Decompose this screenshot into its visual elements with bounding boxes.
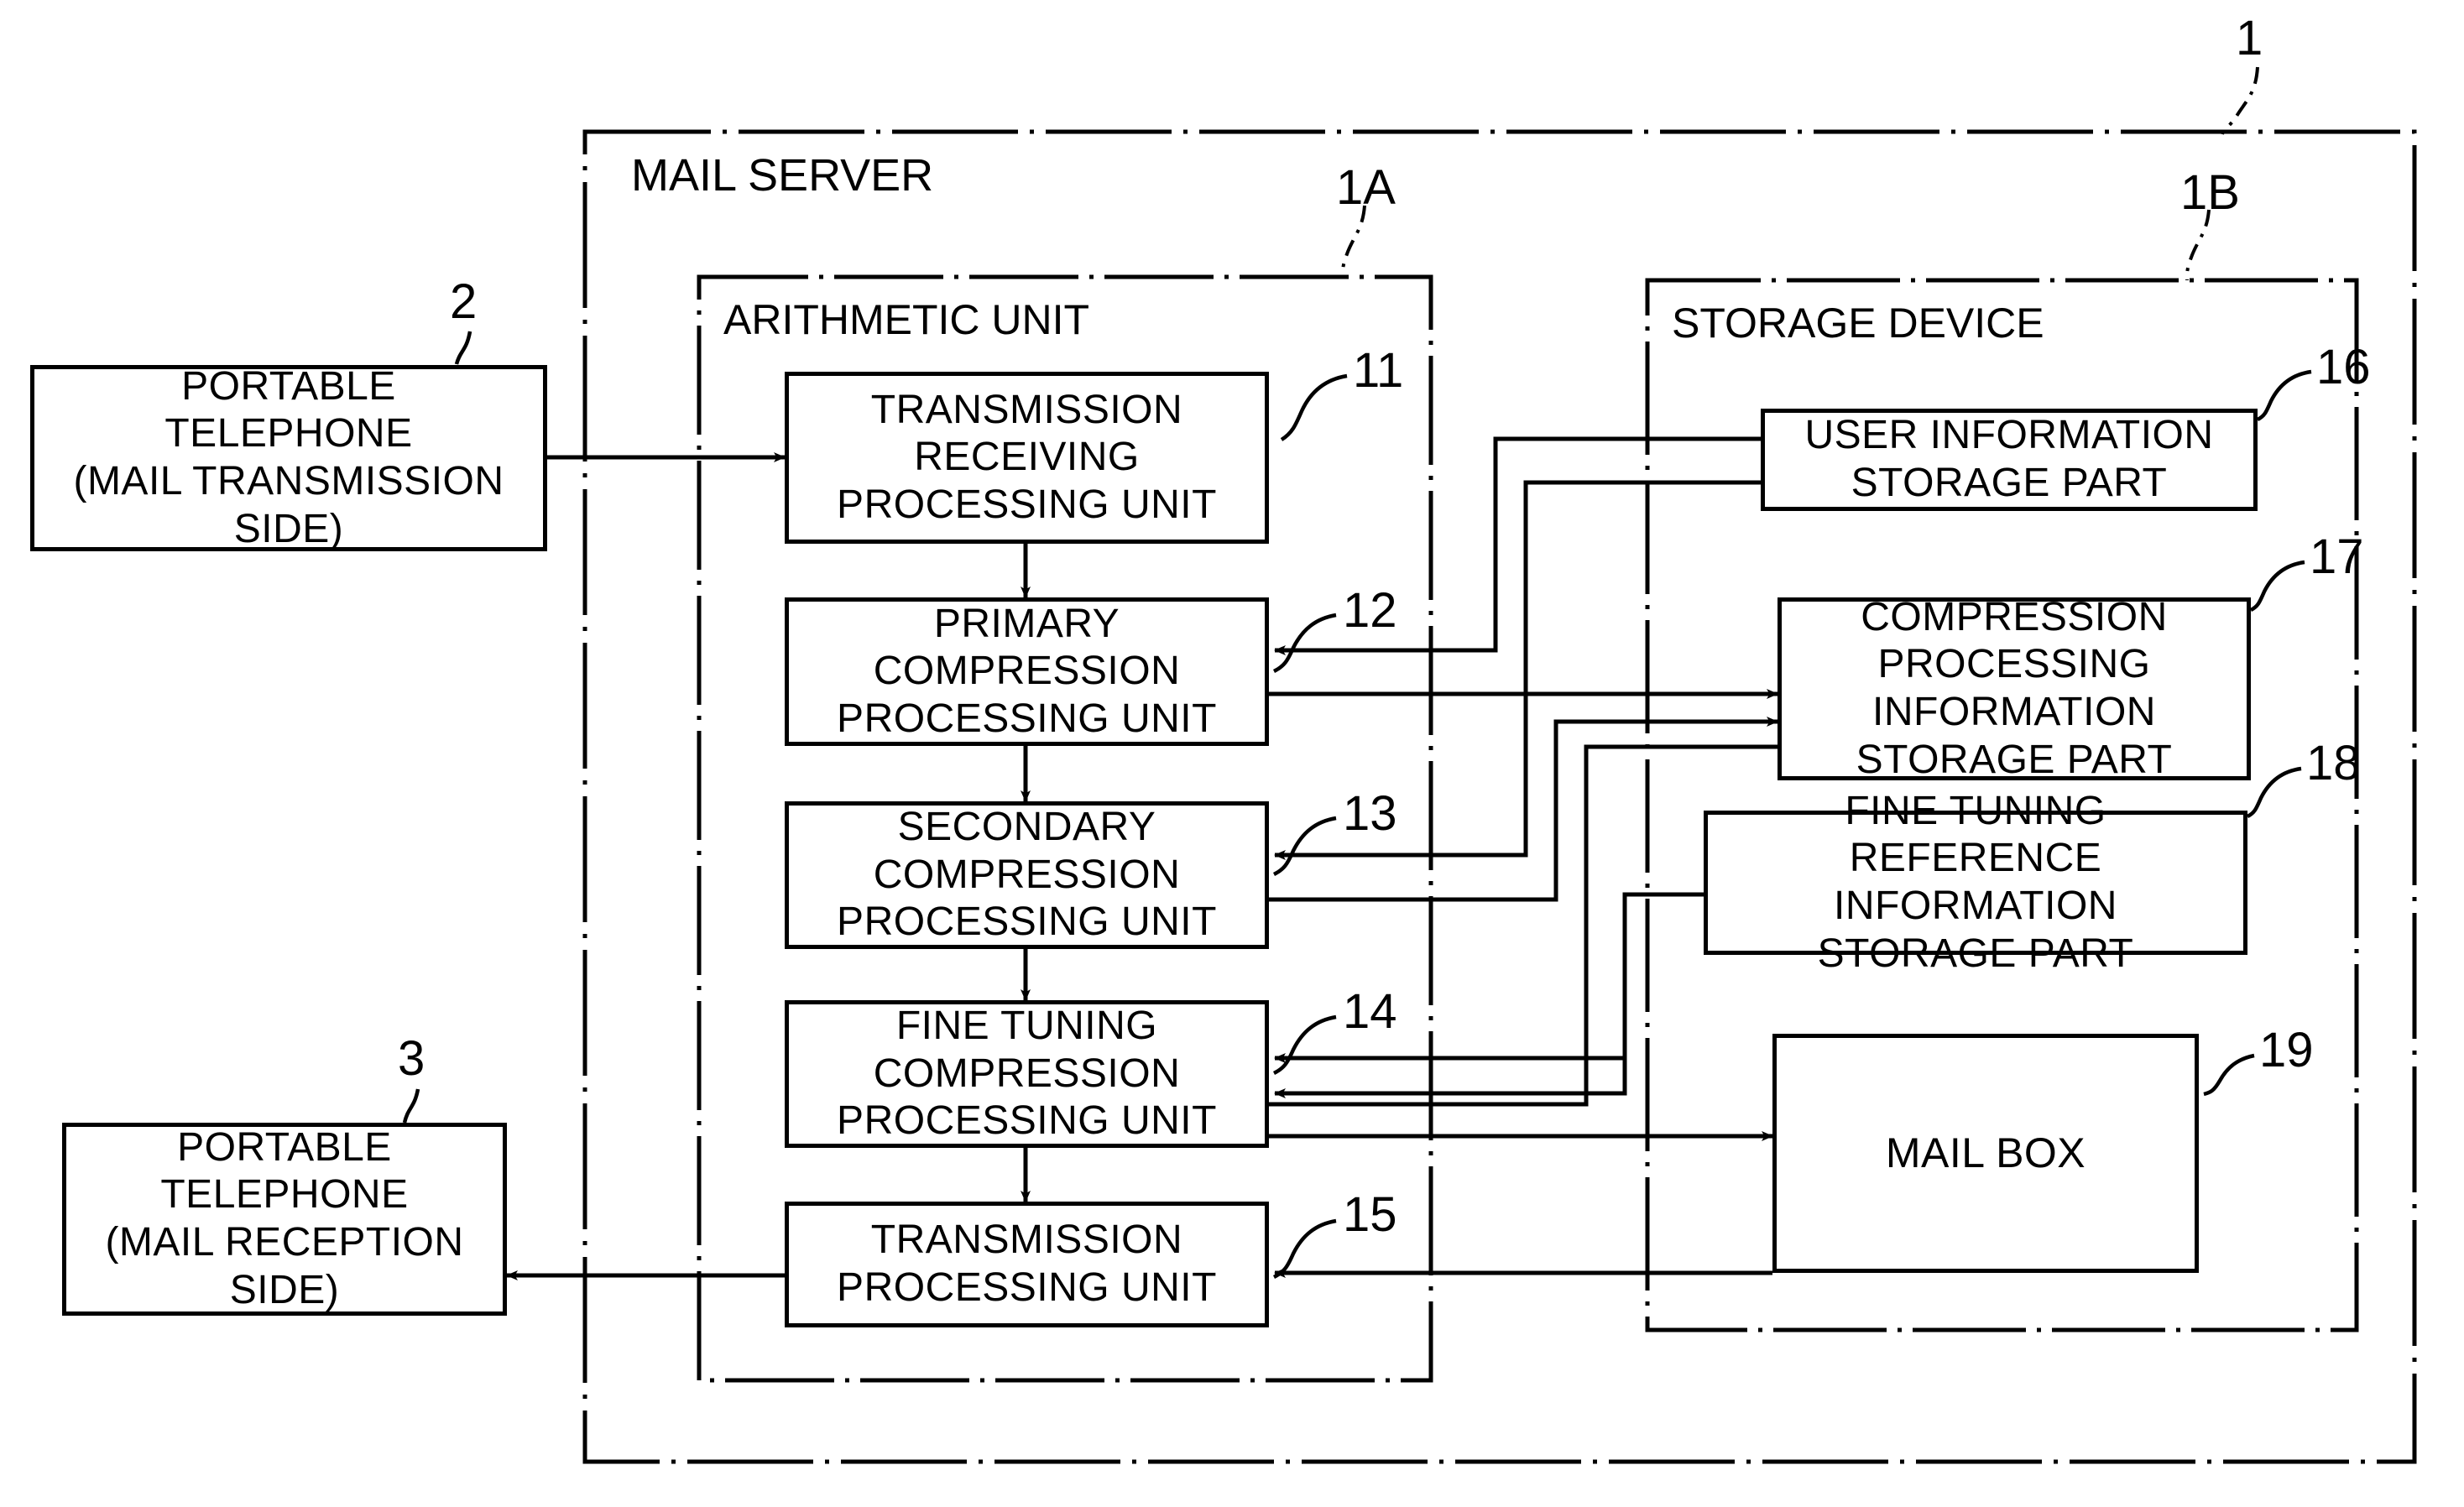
box-mail-box: MAIL BOX — [1772, 1034, 2199, 1273]
leader-14 — [1272, 1014, 1337, 1076]
box-compression-processing-information-storage-part: COMPRESSION PROCESSING INFORMATION STORA… — [1778, 595, 2251, 782]
box-secondary-compression-processing-unit: SECONDARY COMPRESSION PROCESSING UNIT — [785, 801, 1269, 949]
box-label: PORTABLE TELEPHONE (MAIL RECEPTION SIDE) — [105, 1124, 464, 1312]
leader-3 — [402, 1088, 420, 1124]
ref-numeral-17: 17 — [2310, 529, 2364, 584]
box-label: USER INFORMATION STORAGE PART — [1804, 413, 2214, 505]
ref-numeral-1a: 1A — [1336, 160, 1396, 215]
ref-numeral-16: 16 — [2316, 340, 2371, 394]
leader-13 — [1272, 816, 1337, 877]
leader-1a — [1341, 205, 1366, 278]
conn-18-to-14 — [1274, 892, 1704, 1063]
ref-numeral-1b: 1B — [2180, 165, 2240, 220]
ref-numeral-11: 11 — [1353, 343, 1404, 398]
ref-numeral-2: 2 — [450, 274, 478, 329]
box-label: COMPRESSION PROCESSING INFORMATION STORA… — [1856, 594, 2173, 782]
box-primary-compression-processing-unit: PRIMARY COMPRESSION PROCESSING UNIT — [785, 597, 1269, 746]
ref-numeral-15: 15 — [1343, 1187, 1397, 1242]
leader-18 — [2246, 766, 2302, 819]
box-fine-tuning-compression-processing-unit: FINE TUNING COMPRESSION PROCESSING UNIT — [785, 1000, 1269, 1148]
frame-label-storage-device: STORAGE DEVICE — [1672, 300, 2044, 347]
box-transmission-processing-unit: TRANSMISSION PROCESSING UNIT — [785, 1202, 1269, 1327]
leader-1 — [2221, 66, 2259, 135]
box-portable-telephone-tx: PORTABLE TELEPHONE (MAIL TRANSMISSION SI… — [30, 363, 547, 551]
box-label: SECONDARY COMPRESSION PROCESSING UNIT — [837, 805, 1217, 945]
box-portable-telephone-rx: PORTABLE TELEPHONE (MAIL RECEPTION SIDE) — [62, 1123, 507, 1316]
box-label: PORTABLE TELEPHONE (MAIL TRANSMISSION SI… — [73, 363, 504, 551]
leader-16 — [2256, 369, 2312, 422]
frame-label-mail-server: MAIL SERVER — [631, 150, 934, 201]
ref-numeral-3: 3 — [398, 1031, 425, 1086]
box-fine-tuning-reference-information-storage-part: FINE TUNING REFERENCE INFORMATION STORAG… — [1704, 789, 2247, 976]
box-transmission-receiving-processing-unit: TRANSMISSION RECEIVING PROCESSING UNIT — [785, 372, 1269, 544]
leader-17 — [2249, 560, 2305, 613]
leader-12 — [1272, 613, 1337, 674]
box-label: FINE TUNING REFERENCE INFORMATION STORAG… — [1817, 788, 2134, 976]
ref-numeral-19: 19 — [2259, 1023, 2314, 1077]
box-label: PRIMARY COMPRESSION PROCESSING UNIT — [837, 601, 1217, 741]
box-label: FINE TUNING COMPRESSION PROCESSING UNIT — [837, 1004, 1217, 1144]
box-label: TRANSMISSION RECEIVING PROCESSING UNIT — [837, 387, 1217, 527]
ref-numeral-1: 1 — [2236, 11, 2263, 65]
figure-canvas: PORTABLE TELEPHONE (MAIL TRANSMISSION SI… — [0, 0, 2464, 1507]
leader-19 — [2203, 1053, 2255, 1097]
box-label: MAIL BOX — [1885, 1129, 2086, 1176]
leader-11 — [1280, 373, 1348, 441]
box-label: TRANSMISSION PROCESSING UNIT — [837, 1218, 1217, 1310]
leader-2 — [454, 331, 472, 365]
ref-numeral-13: 13 — [1343, 786, 1397, 841]
ref-numeral-18: 18 — [2306, 736, 2361, 790]
ref-numeral-14: 14 — [1343, 984, 1397, 1039]
ref-numeral-12: 12 — [1343, 583, 1397, 638]
box-user-information-storage-part: USER INFORMATION STORAGE PART — [1761, 409, 2258, 511]
frame-label-arithmetic-unit: ARITHMETIC UNIT — [723, 296, 1090, 343]
leader-15 — [1272, 1218, 1337, 1280]
conn-17-to-14 — [1274, 894, 1627, 1098]
